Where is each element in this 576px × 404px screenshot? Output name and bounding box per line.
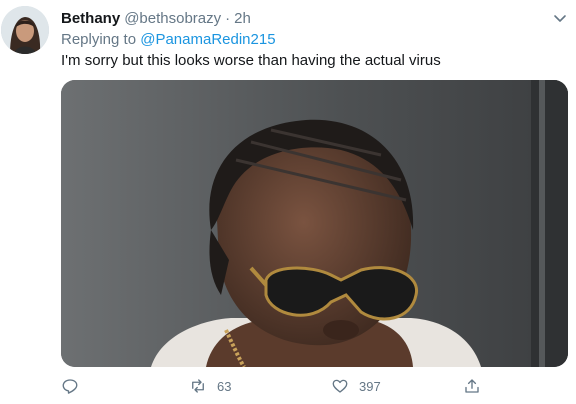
separator-dot: · [225, 10, 231, 27]
avatar-image [1, 6, 49, 54]
like-button[interactable]: 397 [331, 372, 381, 400]
retweet-icon [192, 379, 204, 393]
replying-to-label: Replying to [61, 31, 137, 48]
tweet-media[interactable] [61, 80, 568, 367]
share-button[interactable] [463, 372, 481, 400]
like-count: 397 [359, 378, 381, 394]
tweet[interactable]: Bethany @bethsobrazy · 2h Replying to @Pana… [0, 0, 576, 404]
photo-image [61, 80, 568, 367]
retweet-count: 63 [217, 378, 232, 394]
author-handle[interactable]: @bethsobrazy [124, 10, 221, 27]
chevron-down-icon[interactable] [552, 10, 568, 26]
author-name[interactable]: Bethany [61, 10, 120, 27]
retweet-button[interactable]: 63 [189, 372, 231, 400]
heart-icon [332, 379, 348, 393]
replying-to-line: Replying to @PanamaRedin215 [61, 30, 276, 50]
reply-mention-link[interactable]: @PanamaRedin215 [140, 31, 275, 48]
share-icon [465, 379, 479, 393]
avatar[interactable] [1, 6, 49, 54]
reply-button[interactable] [61, 372, 89, 400]
tweet-header: Bethany @bethsobrazy · 2h [61, 9, 251, 29]
reply-icon [62, 379, 78, 394]
tweet-text: I'm sorry but this looks worse than havi… [61, 52, 441, 69]
tweet-timestamp[interactable]: 2h [234, 10, 251, 27]
tweet-actions: 63 397 [61, 372, 568, 400]
